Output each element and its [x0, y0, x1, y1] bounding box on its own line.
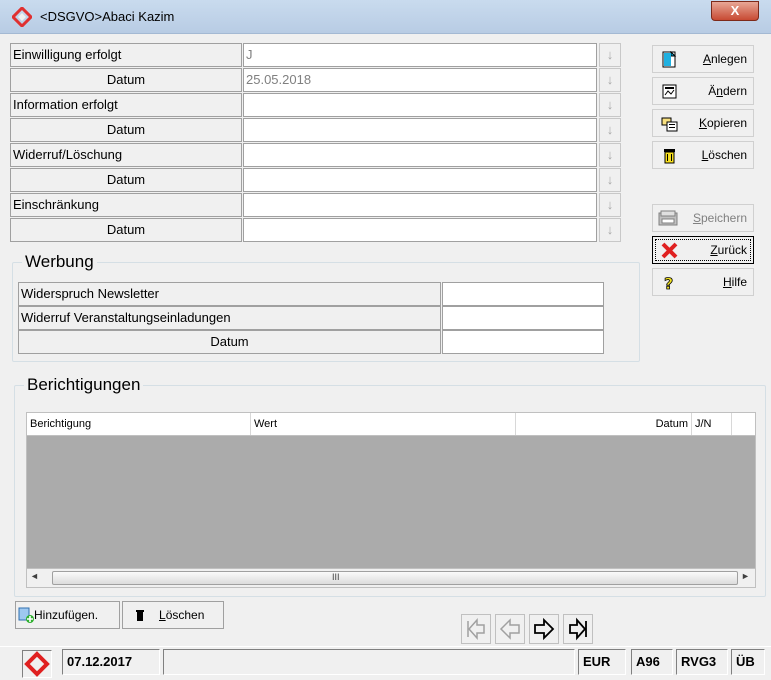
scroll-right-arrow-icon[interactable]: ► [741, 571, 750, 581]
werbung-label: Widerspruch Newsletter [18, 282, 441, 306]
form-label: Einwilligung erfolgt [10, 43, 242, 67]
add-document-icon [18, 607, 34, 623]
save-icon [658, 210, 678, 226]
status-currency: EUR [578, 649, 626, 675]
dropdown-arrow-icon[interactable]: ↓ [599, 43, 621, 67]
window-title: <DSGVO>Abaci Kazim [40, 9, 175, 24]
form-field[interactable]: J [243, 43, 597, 67]
form-field[interactable] [243, 118, 597, 142]
form-field[interactable] [243, 93, 597, 117]
dropdown-arrow-icon[interactable]: ↓ [599, 118, 621, 142]
zurueck-button[interactable]: Zurück [652, 236, 754, 264]
kopieren-button[interactable]: Kopieren [652, 109, 754, 137]
status-code-rvg3: RVG3 [676, 649, 728, 675]
column-header-berichtigung[interactable]: Berichtigung [27, 413, 251, 435]
hilfe-label: Hilfe [722, 275, 747, 289]
status-date: 07.12.2017 [62, 649, 160, 675]
cancel-x-icon [661, 242, 678, 259]
table-body[interactable] [26, 436, 756, 568]
dropdown-arrow-icon[interactable]: ↓ [599, 93, 621, 117]
edit-document-icon [662, 84, 677, 99]
zurueck-label: Zurück [710, 243, 747, 257]
hilfe-button[interactable]: ? Hilfe [652, 268, 754, 296]
scrollbar-thumb[interactable] [52, 571, 738, 585]
anlegen-button[interactable]: Anlegen [652, 45, 754, 73]
form-label: Datum [10, 118, 242, 142]
nav-prev-button[interactable] [495, 614, 525, 644]
form-field[interactable] [243, 193, 597, 217]
hinzufuegen-label: Hinzufügen. [34, 608, 99, 622]
dropdown-arrow-icon[interactable]: ↓ [599, 218, 621, 242]
app-logo-icon [12, 7, 32, 27]
werbung-field[interactable] [442, 282, 604, 306]
form-field[interactable] [243, 218, 597, 242]
close-button[interactable]: X [711, 1, 759, 21]
form-label: Datum [10, 218, 242, 242]
dropdown-arrow-icon[interactable]: ↓ [599, 168, 621, 192]
aendern-button[interactable]: Ändern [652, 77, 754, 105]
werbung-field[interactable] [442, 330, 604, 354]
nav-first-button[interactable] [461, 614, 491, 644]
dropdown-arrow-icon[interactable]: ↓ [599, 193, 621, 217]
svg-text:?: ? [664, 274, 673, 291]
form-label: Information erfolgt [10, 93, 242, 117]
form-label: Datum [10, 168, 242, 192]
werbung-title: Werbung [22, 252, 97, 272]
help-question-icon: ? [664, 274, 674, 291]
form-field[interactable] [243, 143, 597, 167]
werbung-field[interactable] [442, 306, 604, 330]
new-document-icon [662, 51, 677, 68]
form-field[interactable]: 25.05.2018 [243, 68, 597, 92]
column-header-wert[interactable]: Wert [251, 413, 516, 435]
delete-row-button[interactable]: Löschen [122, 601, 224, 629]
loeschen-button[interactable]: Löschen [652, 141, 754, 169]
scroll-left-arrow-icon[interactable]: ◄ [30, 571, 39, 581]
delete-row-label: Löschen [159, 608, 205, 622]
nav-next-button[interactable] [529, 614, 559, 644]
column-header-datum[interactable]: Datum [516, 413, 692, 435]
status-code-ueb: ÜB [731, 649, 765, 675]
anlegen-label: Anlegen [702, 52, 747, 66]
form-label: Datum [10, 68, 242, 92]
dropdown-arrow-icon[interactable]: ↓ [599, 143, 621, 167]
previous-record-icon [499, 618, 520, 640]
aendern-label: Ändern [708, 84, 747, 98]
delete-icon [136, 610, 144, 621]
werbung-label: Widerruf Veranstaltungseinladungen [18, 306, 441, 330]
column-header-jn[interactable]: J/N [692, 413, 732, 435]
trash-icon [664, 149, 675, 164]
status-info [163, 649, 575, 675]
speichern-button[interactable]: Speichern [652, 204, 754, 232]
last-record-icon [569, 617, 587, 641]
copy-icon [661, 117, 678, 132]
first-record-icon [467, 618, 485, 640]
form-field[interactable] [243, 168, 597, 192]
table-header: Berichtigung Wert Datum J/N [26, 412, 756, 436]
loeschen-label: Löschen [701, 148, 747, 162]
speichern-label: Speichern [692, 211, 747, 225]
kopieren-label: Kopieren [698, 116, 747, 130]
form-label: Widerruf/Löschung [10, 143, 242, 167]
berichtigungen-title: Berichtigungen [24, 375, 144, 395]
next-record-icon [534, 617, 555, 641]
werbung-label: Datum [18, 330, 441, 354]
hinzufuegen-button[interactable]: Hinzufügen. [15, 601, 120, 629]
scroll-grip-icon: III [332, 572, 340, 582]
app-logo-icon [24, 651, 50, 677]
status-logo-box[interactable] [22, 650, 52, 678]
form-label: Einschränkung [10, 193, 242, 217]
dropdown-arrow-icon[interactable]: ↓ [599, 68, 621, 92]
nav-last-button[interactable] [563, 614, 593, 644]
status-code-a96: A96 [631, 649, 673, 675]
